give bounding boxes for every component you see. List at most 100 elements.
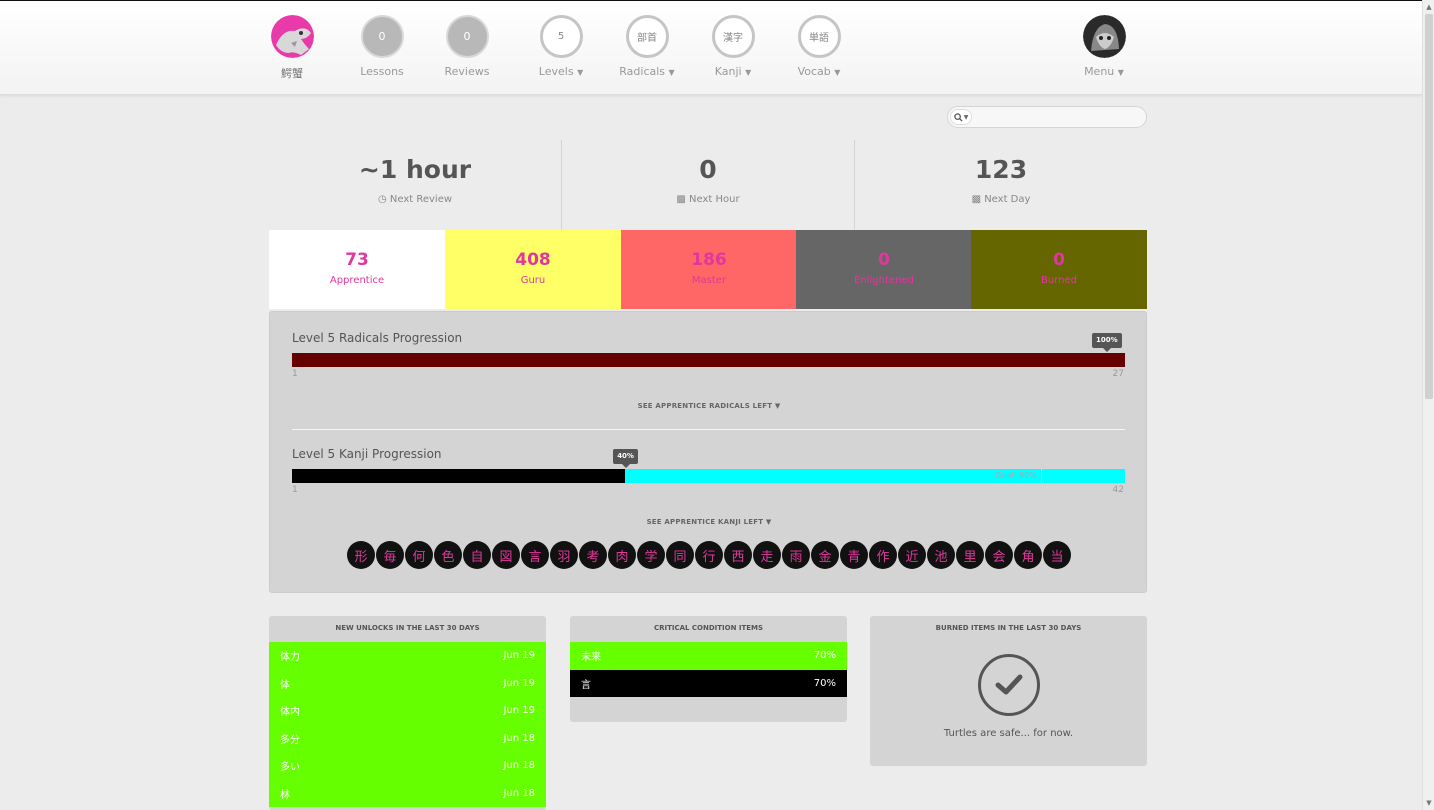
apprentice-kanji-item[interactable]: 走: [753, 541, 781, 569]
list-item[interactable]: 体 Jun 19: [269, 669, 546, 697]
list-item[interactable]: 林 Jun 18: [269, 779, 546, 807]
apprentice-kanji-item[interactable]: 図: [492, 541, 520, 569]
srs-count: 73: [345, 250, 369, 270]
srs-guru[interactable]: 408 Guru: [445, 230, 621, 309]
kanji-min: 1: [292, 485, 298, 495]
item-name: 多分: [280, 734, 300, 746]
srs-label: Enlightened: [854, 275, 914, 286]
apprentice-kanji-item[interactable]: 作: [869, 541, 897, 569]
apprentice-kanji-item[interactable]: 形: [347, 541, 375, 569]
nav-radicals[interactable]: 部首 Radicals ▼: [602, 15, 692, 78]
item-date: Jun 19: [503, 677, 535, 689]
apprentice-kanji-item[interactable]: 青: [840, 541, 868, 569]
search-box[interactable]: ▼: [947, 106, 1147, 128]
list-item[interactable]: 未来 70%: [570, 642, 847, 670]
kanji-progress-title: Level 5 Kanji Progression: [292, 447, 442, 461]
user-avatar[interactable]: [270, 15, 314, 58]
srs-apprentice[interactable]: 73 Apprentice: [269, 230, 445, 309]
apprentice-kanji-item[interactable]: 色: [434, 541, 462, 569]
kanji-percent-tooltip: 40%: [613, 449, 638, 468]
radicals-max: 27: [1112, 369, 1124, 379]
item-percent: 70%: [813, 677, 836, 689]
srs-count: 0: [1053, 250, 1065, 270]
apprentice-kanji-item[interactable]: 近: [898, 541, 926, 569]
item-name: 体力: [280, 652, 300, 664]
review-stats: ~1 hour ◷ Next Review 0 ▩ Next Hour 123 …: [269, 140, 1147, 230]
see-radicals-label: SEE APPRENTICE RADICALS LEFT: [637, 402, 773, 410]
nav-kanji[interactable]: 漢字 Kanji ▼: [688, 15, 778, 78]
chevron-down-icon: ▼: [834, 68, 841, 77]
scroll-up-arrow[interactable]: ▲: [1425, 3, 1433, 11]
menu-dropdown[interactable]: Menu ▼: [1059, 65, 1149, 78]
search-input[interactable]: [975, 109, 1140, 125]
kanji-circle[interactable]: 漢字: [711, 15, 755, 58]
page-scrollbar[interactable]: ▲ ▼: [1422, 0, 1434, 810]
list-item[interactable]: 言 70%: [570, 669, 847, 697]
new-unlocks-card: NEW UNLOCKS IN THE LAST 30 DAYS 体力 Jun 19…: [269, 616, 546, 810]
levels-dropdown[interactable]: Levels ▼: [516, 65, 606, 78]
apprentice-kanji-item[interactable]: 学: [637, 541, 665, 569]
apprentice-kanji-item[interactable]: 当: [1043, 541, 1071, 569]
radicals-dropdown[interactable]: Radicals ▼: [602, 65, 692, 78]
nav-lessons[interactable]: 0 Lessons: [337, 15, 427, 78]
navbar: 鰐蟹 0 Lessons 0 Reviews 5 Levels ▼ 部首 Rad…: [0, 1, 1422, 95]
nav-user[interactable]: 鰐蟹: [247, 15, 337, 81]
srs-count: 408: [515, 250, 551, 270]
nav-vocab[interactable]: 単語 Vocab ▼: [774, 15, 864, 78]
apprentice-kanji-item[interactable]: 羽: [550, 541, 578, 569]
scroll-thumb[interactable]: [1425, 14, 1433, 399]
srs-count: 0: [878, 250, 890, 270]
scroll-down-arrow[interactable]: ▼: [1425, 799, 1433, 807]
search-icon[interactable]: ▼: [950, 109, 972, 125]
item-date: Jun 19: [503, 650, 535, 662]
reviews-count-circle[interactable]: 0: [445, 15, 489, 58]
levels-circle[interactable]: 5: [539, 15, 583, 58]
item-name: 多い: [280, 762, 300, 774]
apprentice-kanji-item[interactable]: 考: [579, 541, 607, 569]
apprentice-kanji-item[interactable]: 会: [985, 541, 1013, 569]
list-item[interactable]: 体力 Jun 19: [269, 642, 546, 670]
apprentice-kanji-item[interactable]: 金: [811, 541, 839, 569]
apprentice-kanji-item[interactable]: 言: [521, 541, 549, 569]
radicals-circle[interactable]: 部首: [625, 15, 669, 58]
see-apprentice-kanji-link[interactable]: SEE APPRENTICE KANJI LEFT ▼: [270, 518, 1148, 526]
apprentice-kanji-item[interactable]: 里: [956, 541, 984, 569]
menu-avatar[interactable]: [1082, 15, 1126, 58]
srs-count: 186: [691, 250, 727, 270]
nav-reviews[interactable]: 0 Reviews: [422, 15, 512, 78]
chevron-down-icon: ▼: [577, 68, 584, 77]
nav-levels[interactable]: 5 Levels ▼: [516, 15, 606, 78]
next-review-value: ~1 hour: [358, 155, 472, 184]
apprentice-kanji-item[interactable]: 自: [463, 541, 491, 569]
checkmark-icon: [977, 654, 1040, 716]
list-item[interactable]: 体内 Jun 19: [269, 697, 546, 725]
see-apprentice-radicals-link[interactable]: SEE APPRENTICE RADICALS LEFT ▼: [270, 402, 1148, 410]
apprentice-kanji-item[interactable]: 西: [724, 541, 752, 569]
nav-menu[interactable]: Menu ▼: [1059, 15, 1149, 78]
reviews-label: Reviews: [444, 65, 490, 78]
apprentice-kanji-item[interactable]: 行: [695, 541, 723, 569]
critical-items-title: CRITICAL CONDITION ITEMS: [653, 624, 764, 632]
apprentice-kanji-item[interactable]: 角: [1014, 541, 1042, 569]
kanji-goal-marker: Goal: 90%: [982, 469, 1042, 483]
next-hour-stat: 0 ▩ Next Hour: [562, 140, 854, 230]
lessons-count-circle[interactable]: 0: [360, 15, 404, 58]
apprentice-kanji-item[interactable]: 何: [405, 541, 433, 569]
item-name: 体内: [280, 707, 300, 719]
list-item[interactable]: 多い Jun 18: [269, 752, 546, 780]
list-item[interactable]: 多分 Jun 18: [269, 724, 546, 752]
apprentice-kanji-item[interactable]: 同: [666, 541, 694, 569]
next-review-stat: ~1 hour ◷ Next Review: [269, 140, 561, 230]
kanji-dropdown[interactable]: Kanji ▼: [688, 65, 778, 78]
vocab-circle[interactable]: 単語: [797, 15, 841, 58]
srs-enlightened[interactable]: 0 Enlightened: [796, 230, 972, 309]
srs-burned[interactable]: 0 Burned: [971, 230, 1147, 309]
apprentice-kanji-item[interactable]: 肉: [608, 541, 636, 569]
apprentice-kanji-item[interactable]: 雨: [782, 541, 810, 569]
vocab-dropdown[interactable]: Vocab ▼: [774, 65, 864, 78]
critical-items-card: CRITICAL CONDITION ITEMS 未来 70% 言 70%: [570, 616, 847, 722]
apprentice-kanji-item[interactable]: 毎: [376, 541, 404, 569]
srs-master[interactable]: 186 Master: [621, 230, 797, 309]
kanji-progress-bar: Goal: 90%: [292, 469, 1125, 483]
apprentice-kanji-item[interactable]: 池: [927, 541, 955, 569]
